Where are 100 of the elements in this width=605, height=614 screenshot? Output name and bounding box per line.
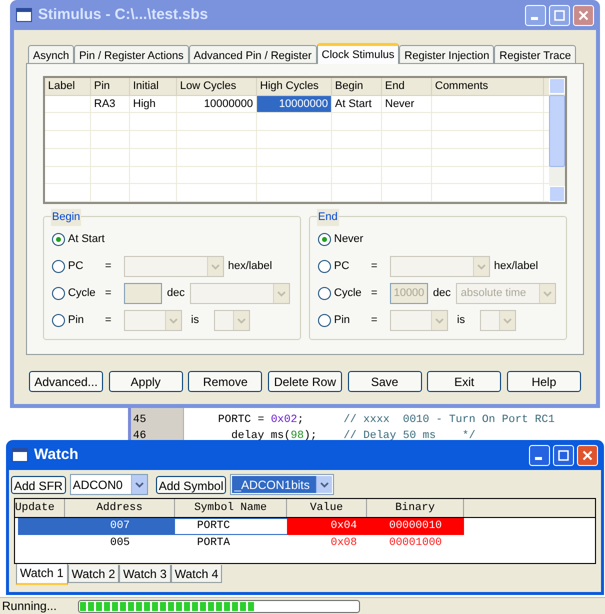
cycle-input[interactable] (124, 283, 162, 304)
tab[interactable]: Clock Stimulus (316, 43, 400, 64)
maximize-button[interactable] (553, 444, 574, 466)
value-cell[interactable]: 0x08 (287, 535, 367, 552)
group-title: End (317, 209, 339, 226)
tab[interactable]: Register Injection (399, 45, 494, 63)
minimize-button[interactable] (529, 444, 550, 466)
column-header[interactable]: Label (45, 78, 91, 95)
radio-button[interactable] (52, 233, 65, 246)
dropdown-field[interactable] (124, 256, 224, 277)
unit-label: dec (167, 286, 185, 302)
column-header[interactable]: High Cycles (257, 78, 332, 95)
tab[interactable]: Register Trace (494, 45, 576, 63)
line-number: 46 (132, 429, 148, 444)
binary-cell[interactable]: 00001000 (367, 535, 464, 552)
radio-button[interactable] (52, 287, 65, 300)
tab[interactable]: Pin / Register Actions (74, 45, 189, 63)
maximize-icon (554, 10, 565, 20)
dropdown-field[interactable] (480, 310, 516, 331)
close-button[interactable] (573, 4, 594, 26)
unit-label: is (191, 313, 200, 328)
radio-button[interactable] (52, 260, 65, 273)
update-cell[interactable] (18, 518, 65, 535)
option-label: Pin (334, 313, 351, 328)
dialog-button[interactable]: Save (348, 371, 422, 392)
column-header[interactable]: Low Cycles (177, 78, 257, 95)
column-header[interactable]: Pin (91, 78, 130, 95)
unit-label: hex/label (494, 259, 538, 274)
scrollbar[interactable] (549, 78, 565, 202)
dialog-button[interactable]: Help (506, 371, 581, 392)
column-header[interactable]: Update (15, 499, 65, 517)
table-cell[interactable]: RA3 (91, 96, 130, 112)
dialog-button[interactable]: Apply (108, 371, 183, 392)
close-icon (578, 10, 589, 20)
column-header[interactable]: Address (65, 499, 175, 517)
column-header[interactable]: Value (287, 499, 367, 517)
radio-button[interactable] (318, 314, 331, 327)
group-title: Begin (51, 209, 82, 226)
equals-sign: = (105, 286, 112, 302)
table-cell[interactable]: High (130, 96, 177, 112)
dropdown-field[interactable] (124, 310, 182, 331)
close-button[interactable] (577, 444, 598, 466)
symbol-dropdown[interactable]: _ADCON1bits (230, 474, 334, 495)
dialog-button[interactable]: Remove (188, 371, 262, 392)
window-icon (12, 448, 28, 462)
minimize-icon (535, 456, 542, 460)
maximize-button[interactable] (549, 4, 570, 26)
code-line: delay ms(98); // Delay 50 ms */ (230, 429, 476, 444)
symbol-cell[interactable]: PORTA (175, 535, 287, 552)
tab[interactable]: Watch 4 (170, 565, 222, 583)
binary-cell[interactable]: 00000010 (367, 518, 464, 535)
radio-button[interactable] (318, 260, 331, 273)
address-cell[interactable]: 007 (65, 518, 175, 535)
radio-button[interactable] (318, 287, 331, 300)
tab[interactable]: Advanced Pin / Register (188, 45, 317, 63)
dropdown-field[interactable] (214, 310, 250, 331)
symbol-cell[interactable]: PORTC (175, 518, 287, 535)
sfr-dropdown[interactable]: ADCON0 (70, 474, 148, 495)
dropdown-field[interactable] (190, 283, 290, 304)
tab[interactable]: Asynch (28, 45, 74, 63)
column-header[interactable]: Symbol Name (175, 499, 287, 517)
dialog-button[interactable]: Delete Row (268, 371, 342, 392)
close-icon (582, 450, 593, 460)
column-header[interactable]: End (382, 78, 432, 95)
maximize-icon (558, 450, 569, 460)
dropdown-field[interactable] (390, 310, 448, 331)
column-header[interactable]: Begin (332, 78, 382, 95)
line-number: 45 (132, 413, 148, 428)
status-text: Running... (2, 598, 58, 614)
window-title: Stimulus - C:\...\test.sbs (38, 4, 210, 25)
address-cell[interactable]: 005 (65, 535, 175, 552)
column-header[interactable]: Comments (432, 78, 544, 95)
equals-sign: = (371, 286, 378, 302)
tab[interactable]: Watch 1 (16, 564, 68, 585)
table-cell[interactable]: 10000000 (257, 96, 332, 112)
minimize-button[interactable] (525, 4, 546, 26)
dialog-button[interactable]: Exit (427, 371, 502, 392)
equals-sign: = (105, 259, 112, 274)
value-cell[interactable]: 0x04 (287, 518, 367, 535)
table-cell[interactable]: Never (382, 96, 432, 112)
option-label: Cycle (334, 286, 363, 302)
code-line: PORTC = 0x02; // xxxx 0010 - Turn On Port RC1 (218, 413, 556, 428)
tab[interactable]: Watch 3 (119, 565, 171, 583)
radio-button[interactable] (52, 314, 65, 327)
unit-label: hex/label (228, 259, 272, 274)
add-symbol-button[interactable]: Add Symbol (156, 476, 226, 494)
unit-label: dec (433, 286, 451, 302)
radio-button[interactable] (318, 233, 331, 246)
column-header[interactable]: Binary (367, 499, 464, 517)
equals-sign: = (371, 313, 378, 328)
column-header[interactable]: Initial (130, 78, 177, 95)
option-label: Never (334, 232, 364, 248)
tab[interactable]: Watch 2 (68, 565, 120, 583)
dropdown-field[interactable] (390, 256, 490, 277)
table-cell[interactable]: At Start (332, 96, 382, 112)
option-label: Cycle (68, 286, 97, 302)
add-sfr-button[interactable]: Add SFR (11, 476, 66, 494)
option-label: PC (68, 259, 84, 274)
option-label: PC (334, 259, 350, 274)
dialog-button[interactable]: Advanced... (29, 371, 103, 392)
